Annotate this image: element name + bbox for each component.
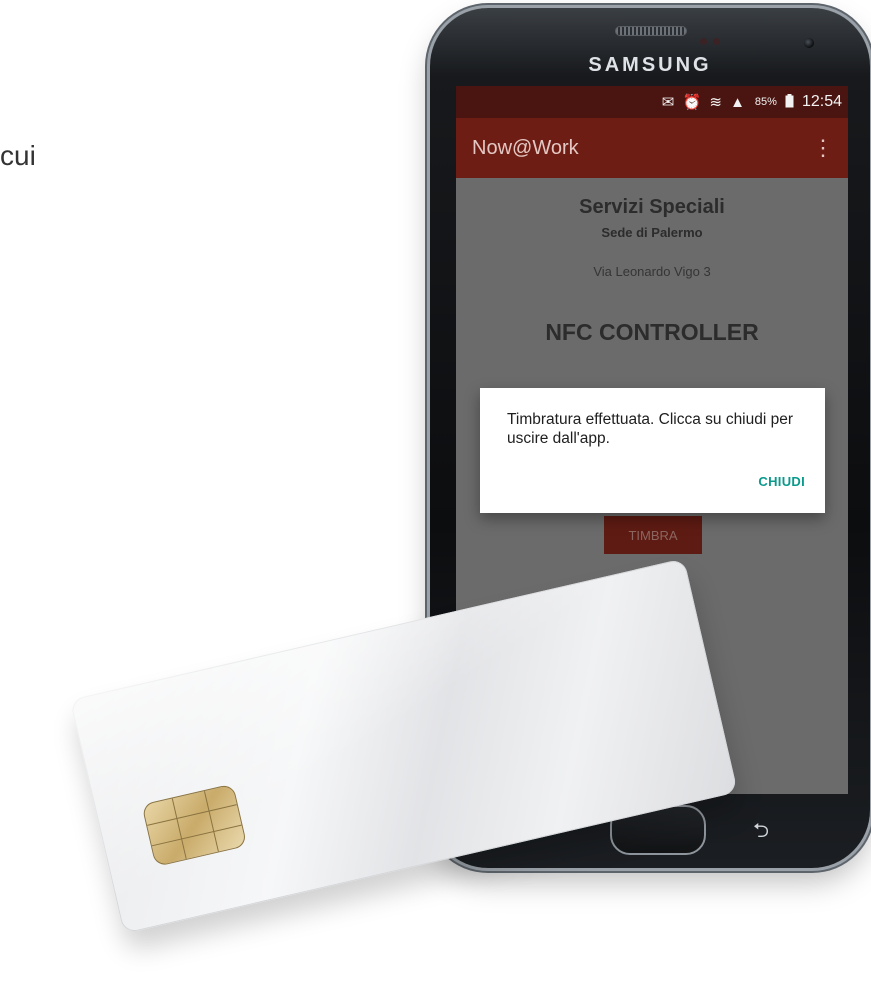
status-bar: ✉ ⏰ ≋ ▲ 85% 12:54 — [456, 86, 848, 118]
card-chip-icon — [141, 783, 248, 867]
service-title: Servizi Speciali — [579, 196, 725, 218]
nfc-smart-card — [70, 558, 738, 934]
nfc-heading: NFC CONTROLLER — [545, 319, 759, 345]
app-bar: Now@Work ⋮ — [456, 118, 848, 178]
battery-icon — [785, 93, 794, 111]
front-camera — [804, 38, 814, 48]
timbra-button[interactable]: TIMBRA — [604, 516, 702, 554]
side-caption-text: cui — [0, 140, 36, 171]
office-address: Via Leonardo Vigo 3 — [593, 264, 711, 279]
status-icons: ✉ ⏰ ≋ ▲ — [661, 94, 747, 111]
back-icon[interactable]: ⮌ — [753, 816, 769, 850]
close-dialog-button[interactable]: CHIUDI — [758, 474, 805, 489]
clock: 12:54 — [801, 93, 842, 110]
battery-level: 85% — [754, 96, 777, 108]
app-title: Now@Work — [472, 136, 579, 159]
earpiece-speaker — [615, 26, 687, 36]
confirmation-dialog: Timbratura effettuata. Clicca su chiudi … — [480, 388, 825, 513]
proximity-sensors — [700, 38, 726, 46]
phone-brand-logo: SAMSUNG — [588, 54, 712, 76]
overflow-menu-icon[interactable]: ⋮ — [812, 137, 834, 159]
office-subtitle: Sede di Palermo — [601, 225, 703, 240]
dialog-message: Timbratura effettuata. Clicca su chiudi … — [507, 411, 794, 447]
